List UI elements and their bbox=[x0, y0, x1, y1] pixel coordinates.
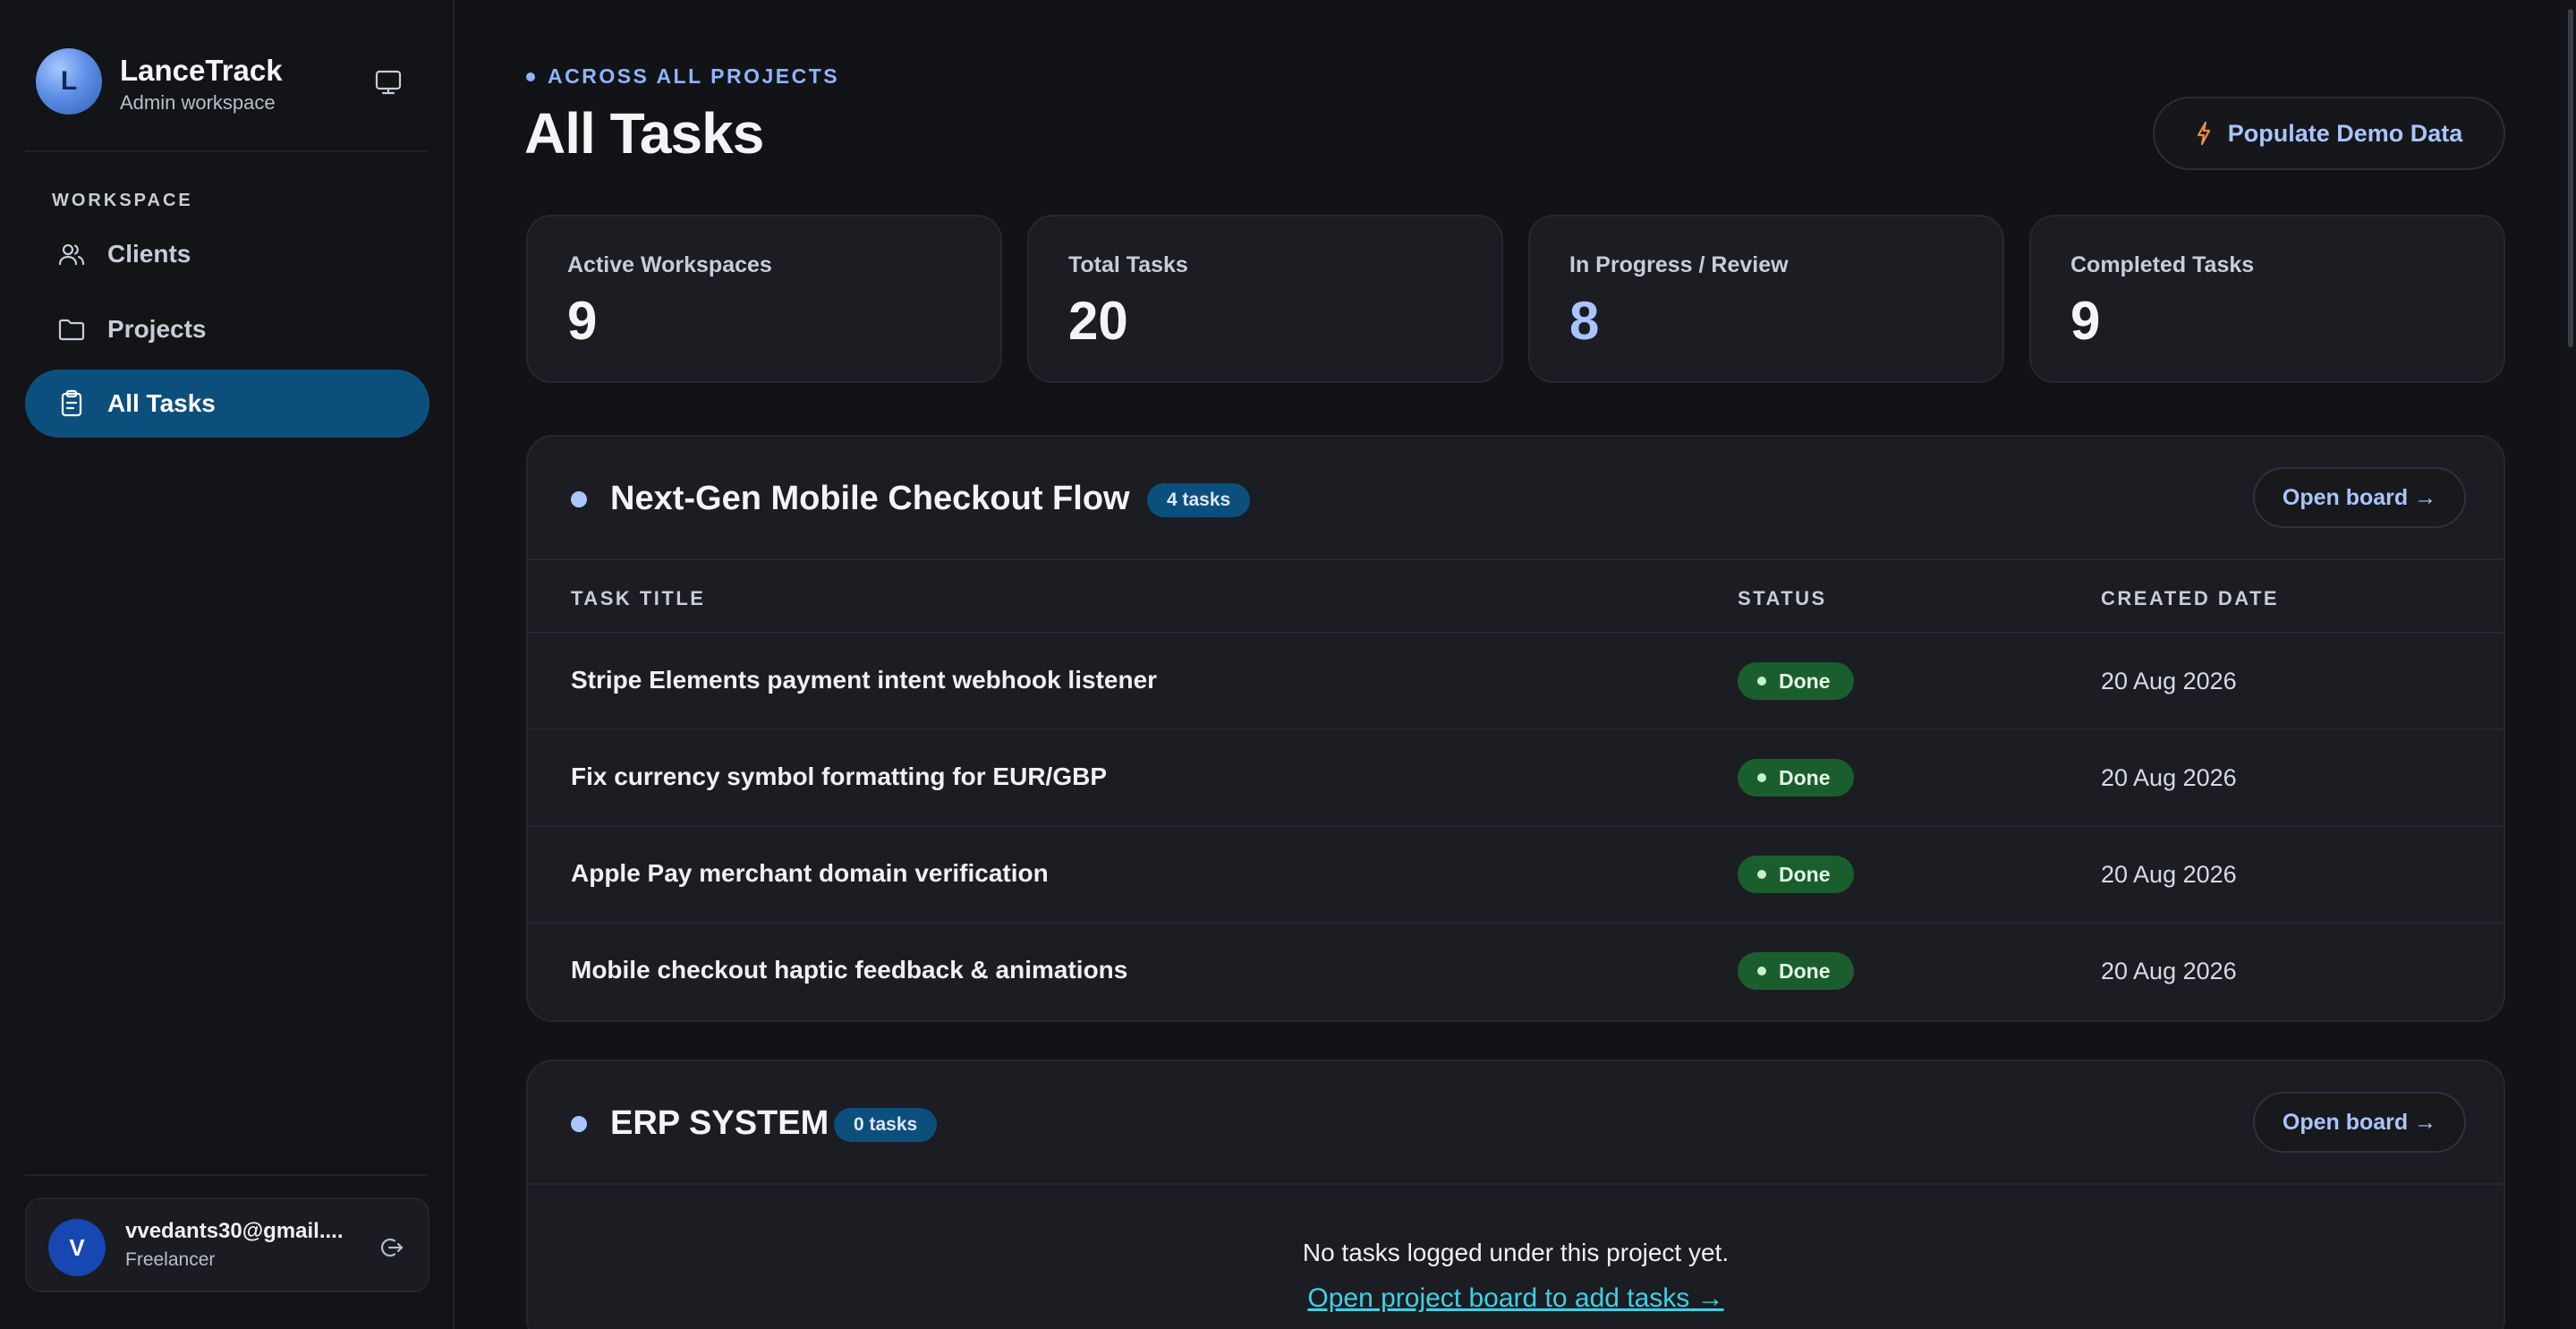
brand-logo: L bbox=[36, 48, 102, 115]
project-header: ERP SYSTEM 0 tasks Open board → bbox=[528, 1061, 2504, 1185]
logout-icon[interactable] bbox=[374, 1230, 410, 1265]
table-row[interactable]: Apple Pay merchant domain verification D… bbox=[528, 827, 2504, 924]
sidebar-item-label: Projects bbox=[107, 315, 207, 343]
project-title: Next-Gen Mobile Checkout Flow bbox=[610, 480, 1130, 517]
project-dot bbox=[571, 1116, 587, 1132]
task-count-badge: 0 tasks bbox=[834, 1108, 938, 1142]
sidebar-item-all-tasks[interactable]: All Tasks bbox=[25, 370, 429, 438]
created-date: 20 Aug 2026 bbox=[2101, 958, 2237, 984]
clipboard-icon bbox=[57, 389, 86, 418]
empty-state-message: No tasks logged under this project yet. bbox=[1302, 1239, 1730, 1266]
avatar: V bbox=[48, 1219, 106, 1276]
status-dot bbox=[1757, 967, 1766, 975]
workspace-section-label: WORKSPACE bbox=[52, 191, 193, 210]
scrollbar[interactable] bbox=[2563, 0, 2576, 1329]
monitor-icon[interactable] bbox=[369, 64, 408, 100]
status-text: Done bbox=[1779, 958, 1831, 983]
brand-subtitle: Admin workspace bbox=[120, 91, 276, 114]
stat-label: Completed Tasks bbox=[2070, 252, 2255, 277]
open-board-button[interactable]: Open board → bbox=[2253, 1092, 2466, 1153]
status-text: Done bbox=[1779, 765, 1831, 789]
project-title: ERP SYSTEM bbox=[610, 1104, 829, 1142]
status-text: Done bbox=[1779, 862, 1831, 886]
table-row[interactable]: Stripe Elements payment intent webhook l… bbox=[528, 634, 2504, 730]
sidebar-divider bbox=[25, 150, 428, 152]
task-count-badge: 4 tasks bbox=[1147, 483, 1251, 517]
stat-value: 9 bbox=[2070, 291, 2101, 351]
user-card[interactable]: V vvedants30@gmail.... Freelancer bbox=[25, 1197, 429, 1292]
status-dot bbox=[1757, 870, 1766, 879]
page-title: All Tasks bbox=[524, 101, 764, 166]
brand-name: LanceTrack bbox=[120, 54, 283, 87]
kicker-text: ACROSS ALL PROJECTS bbox=[548, 64, 840, 88]
status-dot bbox=[1757, 773, 1766, 782]
user-email: vvedants30@gmail.... bbox=[125, 1219, 344, 1243]
status-badge: Done bbox=[1738, 662, 1854, 700]
task-title: Stripe Elements payment intent webhook l… bbox=[571, 666, 1158, 694]
user-role: Freelancer bbox=[125, 1249, 216, 1270]
project-card: Next-Gen Mobile Checkout Flow 4 tasks Op… bbox=[526, 435, 2505, 1022]
created-date: 20 Aug 2026 bbox=[2101, 764, 2237, 791]
kicker-dot bbox=[526, 72, 535, 81]
populate-demo-data-button[interactable]: Populate Demo Data bbox=[2153, 97, 2505, 170]
users-icon bbox=[57, 240, 86, 268]
column-header-status[interactable]: STATUS bbox=[1738, 587, 1827, 610]
project-header: Next-Gen Mobile Checkout Flow 4 tasks Op… bbox=[528, 437, 2504, 560]
stat-card-in-progress: In Progress / Review 8 bbox=[1528, 215, 2004, 383]
sidebar-item-projects[interactable]: Projects bbox=[25, 295, 429, 363]
open-project-board-link[interactable]: Open project board to add tasks → bbox=[526, 1283, 2505, 1314]
open-board-button[interactable]: Open board → bbox=[2253, 467, 2466, 528]
sidebar-item-clients[interactable]: Clients bbox=[25, 220, 429, 288]
column-header-created[interactable]: CREATED DATE bbox=[2101, 587, 2279, 610]
stat-card-total-tasks: Total Tasks 20 bbox=[1027, 215, 1503, 383]
table-header: TASK TITLE STATUS CREATED DATE bbox=[528, 560, 2504, 634]
project-dot bbox=[571, 491, 587, 507]
stat-card-active-workspaces: Active Workspaces 9 bbox=[526, 215, 1002, 383]
stat-label: Active Workspaces bbox=[567, 252, 772, 277]
table-row[interactable]: Mobile checkout haptic feedback & animat… bbox=[528, 924, 2504, 1020]
populate-demo-data-label: Populate Demo Data bbox=[2227, 119, 2463, 147]
folder-icon bbox=[57, 315, 86, 344]
status-badge: Done bbox=[1738, 759, 1854, 797]
task-title: Apple Pay merchant domain verification bbox=[571, 859, 1049, 887]
table-row[interactable]: Fix currency symbol formatting for EUR/G… bbox=[528, 730, 2504, 827]
sidebar: L LanceTrack Admin workspace WORKSPACE C… bbox=[0, 0, 455, 1329]
column-header-title[interactable]: TASK TITLE bbox=[571, 587, 705, 610]
brand: L LanceTrack Admin workspace bbox=[36, 48, 429, 115]
stat-value: 20 bbox=[1068, 291, 1128, 351]
lightning-icon bbox=[2196, 121, 2215, 146]
sidebar-item-label: All Tasks bbox=[107, 389, 216, 417]
status-text: Done bbox=[1779, 669, 1831, 693]
page-kicker: ACROSS ALL PROJECTS bbox=[526, 64, 839, 89]
stat-label: In Progress / Review bbox=[1569, 252, 1789, 277]
status-badge: Done bbox=[1738, 952, 1854, 990]
stat-value: 8 bbox=[1569, 291, 1600, 351]
task-title: Mobile checkout haptic feedback & animat… bbox=[571, 956, 1128, 984]
sidebar-divider bbox=[25, 1174, 428, 1176]
sidebar-item-label: Clients bbox=[107, 240, 191, 268]
stat-value: 9 bbox=[567, 291, 598, 351]
created-date: 20 Aug 2026 bbox=[2101, 861, 2237, 888]
scrollbar-thumb[interactable] bbox=[2568, 9, 2573, 347]
created-date: 20 Aug 2026 bbox=[2101, 668, 2237, 694]
status-dot bbox=[1757, 677, 1766, 686]
stat-label: Total Tasks bbox=[1068, 252, 1188, 277]
stat-card-completed-tasks: Completed Tasks 9 bbox=[2029, 215, 2505, 383]
task-title: Fix currency symbol formatting for EUR/G… bbox=[571, 762, 1107, 790]
status-badge: Done bbox=[1738, 856, 1854, 893]
